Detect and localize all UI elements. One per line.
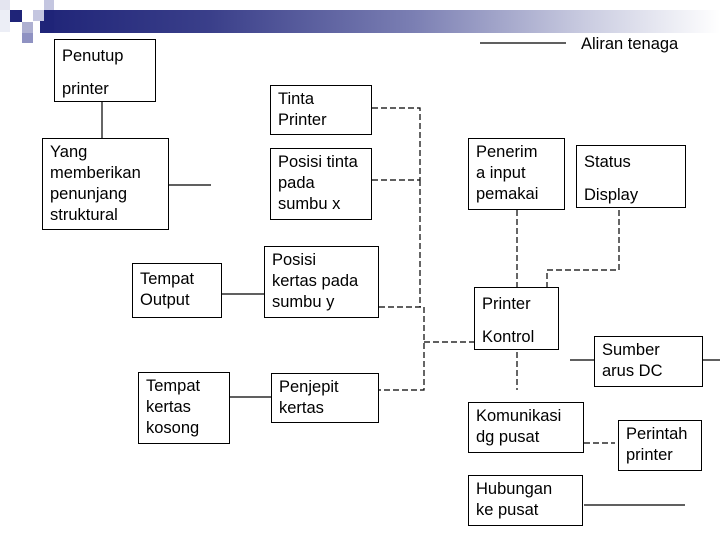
node-komunikasi-pusat: Komunikasi dg pusat <box>468 402 584 453</box>
decor-square <box>22 22 33 33</box>
node-penutup-printer: Penutup printer <box>54 39 156 102</box>
decor-square <box>44 0 54 10</box>
connector-status-kontrol <box>546 210 620 294</box>
legend-label-aliran-tenaga: Aliran tenaga <box>581 35 679 53</box>
node-tempat-output: Tempat Output <box>132 263 222 318</box>
connector-tinta-bus <box>372 107 421 180</box>
node-posisi-tinta: Posisi tinta pada sumbu x <box>270 148 372 220</box>
decor-square <box>10 10 22 22</box>
slide-header-banner <box>0 0 720 43</box>
node-tempat-kertas-kosong: Tempat kertas kosong <box>138 372 230 444</box>
decor-square <box>0 10 10 32</box>
node-status-display: Status Display <box>576 145 686 208</box>
decor-square <box>44 10 54 33</box>
node-perintah-printer: Perintah printer <box>618 420 702 471</box>
node-penjepit-kertas: Penjepit kertas <box>271 373 379 423</box>
node-penerima-input: Penerim a input pemakai <box>468 138 565 210</box>
node-tinta-printer: Tinta Printer <box>270 85 372 135</box>
decor-square <box>33 10 44 21</box>
node-hubungan-pusat: Hubungan ke pusat <box>468 475 583 526</box>
header-gradient-bar <box>40 10 720 33</box>
decor-square <box>0 0 10 10</box>
node-posisi-kertas: Posisi kertas pada sumbu y <box>264 246 379 318</box>
node-printer-kontrol: Printer Kontrol <box>474 287 559 350</box>
decor-square <box>22 33 33 43</box>
node-struktural: Yang memberikan penunjang struktural <box>42 138 169 230</box>
node-sumber-arus-dc: Sumber arus DC <box>594 336 703 387</box>
connector-posisi-kertas-bus <box>379 306 425 391</box>
